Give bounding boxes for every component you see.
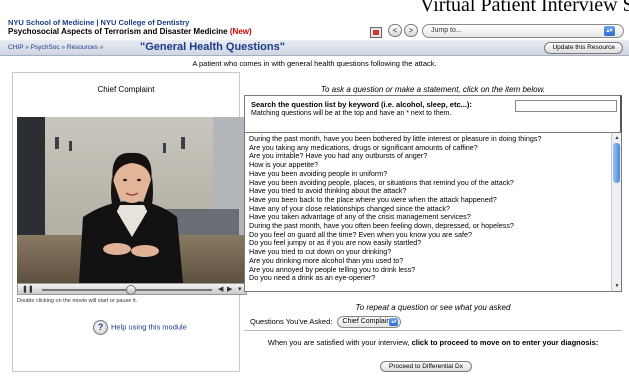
question-item[interactable]: Are you annoyed by people telling you to…: [249, 266, 609, 275]
question-item[interactable]: Have you tried to cut down on your drink…: [249, 248, 609, 257]
jump-to-select[interactable]: Jump to... ▴▾: [422, 24, 624, 38]
question-item[interactable]: Have you been avoiding people, places, o…: [249, 179, 609, 188]
question-item[interactable]: Have you taken advantage of any of the c…: [249, 213, 609, 222]
page-title: "General Health Questions": [140, 41, 285, 53]
breadcrumb-chip[interactable]: CHIP: [8, 44, 23, 51]
section-divider: [244, 330, 622, 331]
question-item[interactable]: Have any of your close relationships cha…: [249, 205, 609, 214]
question-scrollbar[interactable]: ▲ ▼: [611, 133, 621, 291]
question-item[interactable]: Have you tried to avoid thinking about t…: [249, 187, 609, 196]
case-description: A patient who comes in with general heal…: [192, 59, 437, 68]
asked-label: Questions You've Asked:: [250, 316, 333, 326]
help-link-text: Help using this module: [111, 322, 187, 332]
breadcrumb-separator: »: [61, 44, 66, 51]
scroll-down-icon[interactable]: ▼: [613, 282, 621, 290]
question-list: During the past month, have you been bot…: [249, 135, 609, 283]
update-resource-button[interactable]: Update this Resource: [544, 42, 623, 54]
movie-controls: ❚❚ ◀ ▶ ▾: [17, 283, 247, 295]
volume-icon[interactable]: ▾: [238, 285, 242, 293]
asked-select-value: Chief Complaint: [342, 318, 393, 325]
course-title[interactable]: Psychosocial Aspects of Terrorism and Di…: [8, 27, 252, 36]
help-icon: ?: [93, 320, 108, 335]
breadcrumb-separator: »: [99, 44, 104, 51]
jump-to-value: Jump to...: [431, 27, 462, 34]
forward-button[interactable]: >: [404, 24, 418, 37]
repeat-note: To repeat a question or see what you ask…: [355, 303, 511, 312]
updown-arrows-icon: ▴▾: [389, 318, 399, 326]
breadcrumb-separator: »: [25, 44, 29, 51]
video-panel: Chief Complaint ❚❚ ◀ ▶ ▾ Double clicking…: [12, 72, 247, 372]
question-item[interactable]: Are you drinking more alcohol than you u…: [249, 257, 609, 266]
org-name[interactable]: NYU School of Medicine | NYU College of …: [8, 18, 189, 27]
step-forward-icon[interactable]: ▶: [227, 285, 232, 293]
breadcrumb-psychsoc[interactable]: PsychSoc: [31, 44, 60, 51]
scroll-up-icon[interactable]: ▲: [613, 134, 621, 142]
asked-questions-select[interactable]: Chief Complaint ▴▾: [337, 316, 402, 328]
question-item[interactable]: Are you irritable? Have you had any outb…: [249, 152, 609, 161]
question-item[interactable]: During the past month, have you often be…: [249, 222, 609, 231]
search-label: Search the question list by keyword (i.e…: [251, 100, 472, 109]
breadcrumb-bar: CHIP » PsychSoc » Resources » "General H…: [0, 40, 629, 56]
patient-video-frame: [17, 117, 247, 283]
header: NYU School of Medicine | NYU College of …: [0, 0, 629, 40]
search-hint: Matching questions will be at the top an…: [251, 110, 452, 117]
asked-row: Questions You've Asked: Chief Complaint …: [250, 316, 402, 328]
question-list-box: During the past month, have you been bot…: [244, 132, 622, 292]
updown-arrows-icon: ▴▾: [604, 26, 615, 36]
proceed-text-bold: click to proceed to move on to enter you…: [411, 338, 599, 347]
course-title-text: Psychosocial Aspects of Terrorism and Di…: [8, 27, 228, 36]
question-item[interactable]: Do you feel on guard all the time? Even …: [249, 231, 609, 240]
chief-complaint-label: Chief Complaint: [97, 85, 155, 94]
new-badge: (New): [229, 27, 252, 36]
question-item[interactable]: Have you been back to the place where yo…: [249, 196, 609, 205]
question-item[interactable]: Do you feel jumpy or as if you are now e…: [249, 239, 609, 248]
scrub-handle[interactable]: [126, 285, 136, 295]
back-button[interactable]: <: [388, 24, 402, 37]
movie-hint: Double clicking on the movie will start …: [17, 298, 138, 304]
question-instruction: To ask a question or make a statement, c…: [320, 85, 546, 94]
patient-video[interactable]: [17, 117, 247, 283]
help-link[interactable]: ? Help using this module: [93, 320, 187, 336]
scrollbar-thumb[interactable]: [613, 143, 620, 183]
search-input[interactable]: [515, 100, 617, 112]
pause-icon[interactable]: ❚❚: [22, 285, 34, 293]
nav-tools: < > Jump to... ▴▾: [370, 24, 626, 38]
step-back-icon[interactable]: ◀: [218, 285, 223, 293]
proceed-text-prefix: When you are satisfied with your intervi…: [267, 338, 412, 347]
interview-area: To ask a question or make a statement, c…: [244, 72, 622, 372]
question-item[interactable]: Have you been avoiding people in uniform…: [249, 170, 609, 179]
breadcrumb-resources[interactable]: Resources: [67, 44, 98, 51]
question-item[interactable]: Are you taking any medications, drugs or…: [249, 144, 609, 153]
question-item[interactable]: How is your appetite?: [249, 161, 609, 170]
proceed-button[interactable]: Proceed to Differential Dx: [380, 361, 472, 372]
breadcrumb: CHIP » PsychSoc » Resources »: [8, 44, 103, 51]
question-item[interactable]: During the past month, have you been bot…: [249, 135, 609, 144]
proceed-instruction: When you are satisfied with your intervi…: [244, 338, 622, 347]
home-icon[interactable]: [370, 25, 382, 38]
question-item[interactable]: Do you need a drink as an eye-opener?: [249, 274, 609, 283]
